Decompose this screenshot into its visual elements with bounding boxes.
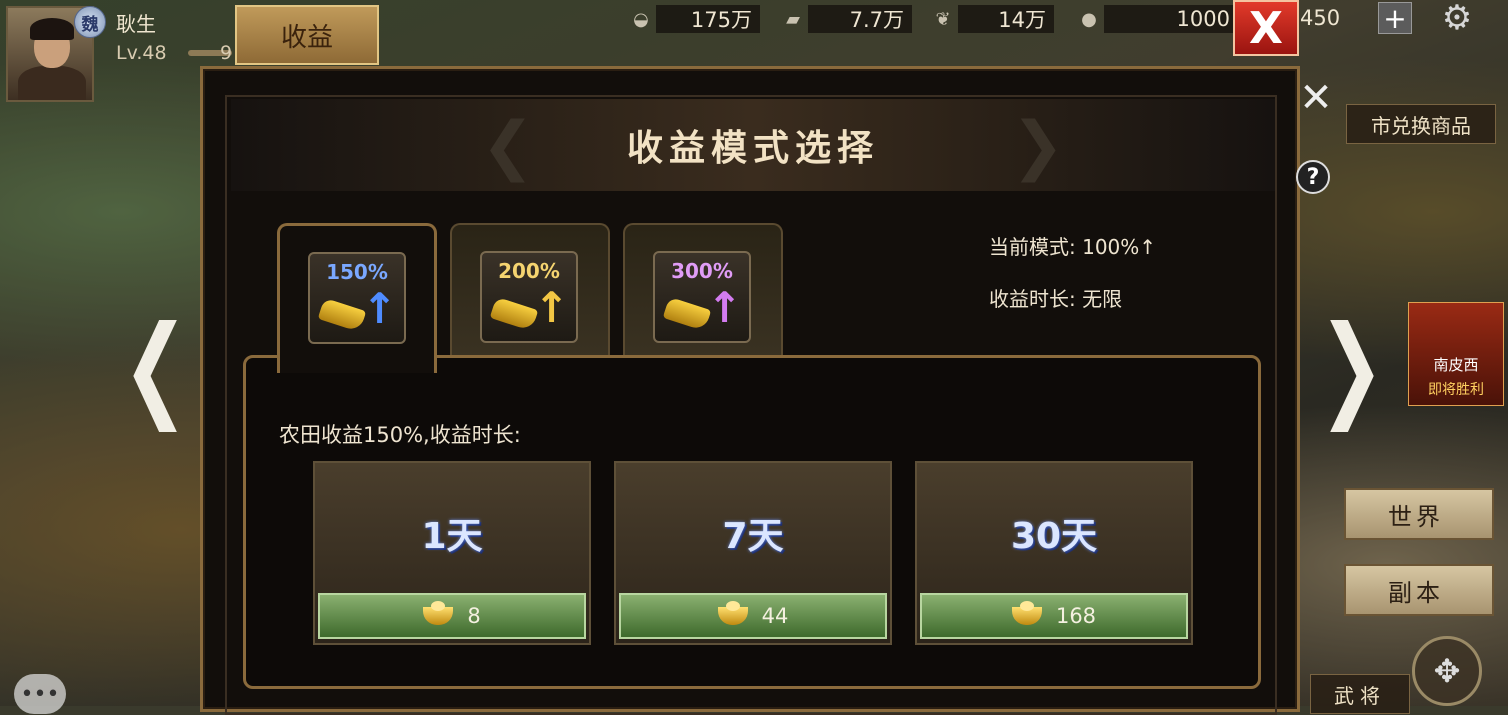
banner-text: 即将胜利 — [1428, 382, 1484, 398]
player-name: 耿生 — [116, 12, 156, 36]
world-button[interactable]: 世界 — [1344, 488, 1494, 540]
resource-grain: ❦ 14万 — [928, 4, 1054, 34]
income-tab[interactable]: 收益 — [235, 5, 379, 65]
compass-icon[interactable]: ✥ — [1412, 636, 1482, 706]
buy-1-day-button[interactable]: 8 — [318, 593, 586, 639]
hand-icon — [317, 297, 367, 333]
cost-value: 44 — [761, 604, 789, 628]
current-mode-text: 当前模式: 100%↑ — [989, 235, 1157, 259]
hand-icon — [662, 296, 712, 332]
up-arrow-icon: ↑ — [707, 283, 743, 332]
buy-7-day-button[interactable]: 44 — [619, 593, 887, 639]
help-button[interactable]: ? — [1296, 160, 1330, 194]
close-icon[interactable]: ✕ — [1296, 75, 1336, 121]
dialog-title-bar: ❮ 收益模式选择 ❯ — [231, 99, 1275, 191]
duration-days: 1天 — [421, 516, 483, 557]
stone-icon: ● — [1081, 8, 1097, 30]
wood-log-icon: ▰ — [786, 8, 800, 30]
prev-page-arrow-icon[interactable]: ❮ — [122, 301, 189, 431]
battle-banner[interactable]: 南皮西 即将胜利 — [1408, 302, 1504, 406]
duration-card-7[interactable]: 7天 44 — [614, 461, 892, 645]
duration-days: 30天 — [1010, 516, 1098, 557]
close-button[interactable]: X — [1233, 0, 1299, 56]
mode-icon-200: 200% ↑ — [480, 251, 578, 343]
resource-wood: ▰ 7.7万 — [778, 4, 912, 34]
buy-30-day-button[interactable]: 168 — [920, 593, 1188, 639]
banner-city: 南皮西 — [1433, 356, 1479, 374]
resource-silver-value: 175万 — [656, 5, 760, 33]
gold-value: 450 — [1300, 6, 1341, 30]
mode-icon-150: 150% ↑ — [308, 252, 406, 344]
mode-pct-label: 200% — [498, 259, 560, 283]
income-mode-dialog: ❮ 收益模式选择 ❯ 150% ↑ 200% ↑ 300% ↑ 当前模式: 10… — [200, 66, 1300, 715]
mode-tab-200[interactable]: 200% ↑ — [450, 223, 610, 359]
gold-ingot-icon — [423, 601, 454, 625]
exchange-goods-button[interactable]: 市兑换商品 — [1346, 104, 1496, 144]
grain-icon: ❦ — [935, 8, 951, 30]
gold-ingot-icon — [717, 601, 748, 625]
duration-card-30[interactable]: 30天 168 — [915, 461, 1193, 645]
resource-grain-value: 14万 — [958, 5, 1054, 33]
up-arrow-icon: ↑ — [534, 283, 570, 332]
player-level: Lv.48 — [116, 42, 167, 64]
up-arrow-icon: ↑ — [362, 284, 398, 333]
mode-tab-150[interactable]: 150% ↑ — [277, 223, 437, 373]
next-page-arrow-icon[interactable]: ❯ — [1318, 301, 1385, 431]
gear-icon[interactable]: ⚙ — [1436, 0, 1478, 38]
silver-ingot-icon: ◒ — [633, 8, 649, 30]
cost-value: 8 — [467, 604, 481, 628]
dialog-title: 收益模式选择 — [626, 128, 879, 169]
mode-pct-label: 150% — [326, 260, 388, 284]
resource-silver: ◒ 175万 — [626, 4, 760, 34]
title-left-ornament-icon: ❮ — [481, 109, 535, 183]
content-description: 农田收益150%,收益时长: — [279, 423, 521, 447]
duration-card-1[interactable]: 1天 8 — [313, 461, 591, 645]
resource-stone: ● 1000 — [1074, 4, 1238, 34]
mode-icon-300: 300% ↑ — [653, 251, 751, 343]
duration-days: 7天 — [722, 516, 784, 557]
hand-icon — [489, 296, 539, 332]
hero-button[interactable]: 武将 — [1310, 674, 1410, 714]
resource-stone-value: 1000 — [1104, 5, 1238, 33]
title-right-ornament-icon: ❯ — [1011, 109, 1065, 183]
chat-icon[interactable]: ••• — [14, 674, 66, 714]
resource-wood-value: 7.7万 — [808, 5, 912, 33]
dungeon-button[interactable]: 副本 — [1344, 564, 1494, 616]
duration-text: 收益时长: 无限 — [989, 287, 1123, 311]
mode-pct-label: 300% — [671, 259, 733, 283]
level-progress: 9 — [220, 42, 233, 64]
mode-tab-300[interactable]: 300% ↑ — [623, 223, 783, 359]
gold-ingot-icon — [1011, 601, 1042, 625]
add-gold-button[interactable]: + — [1378, 2, 1412, 35]
kingdom-badge: 魏 — [74, 6, 106, 38]
cost-value: 168 — [1055, 604, 1097, 628]
